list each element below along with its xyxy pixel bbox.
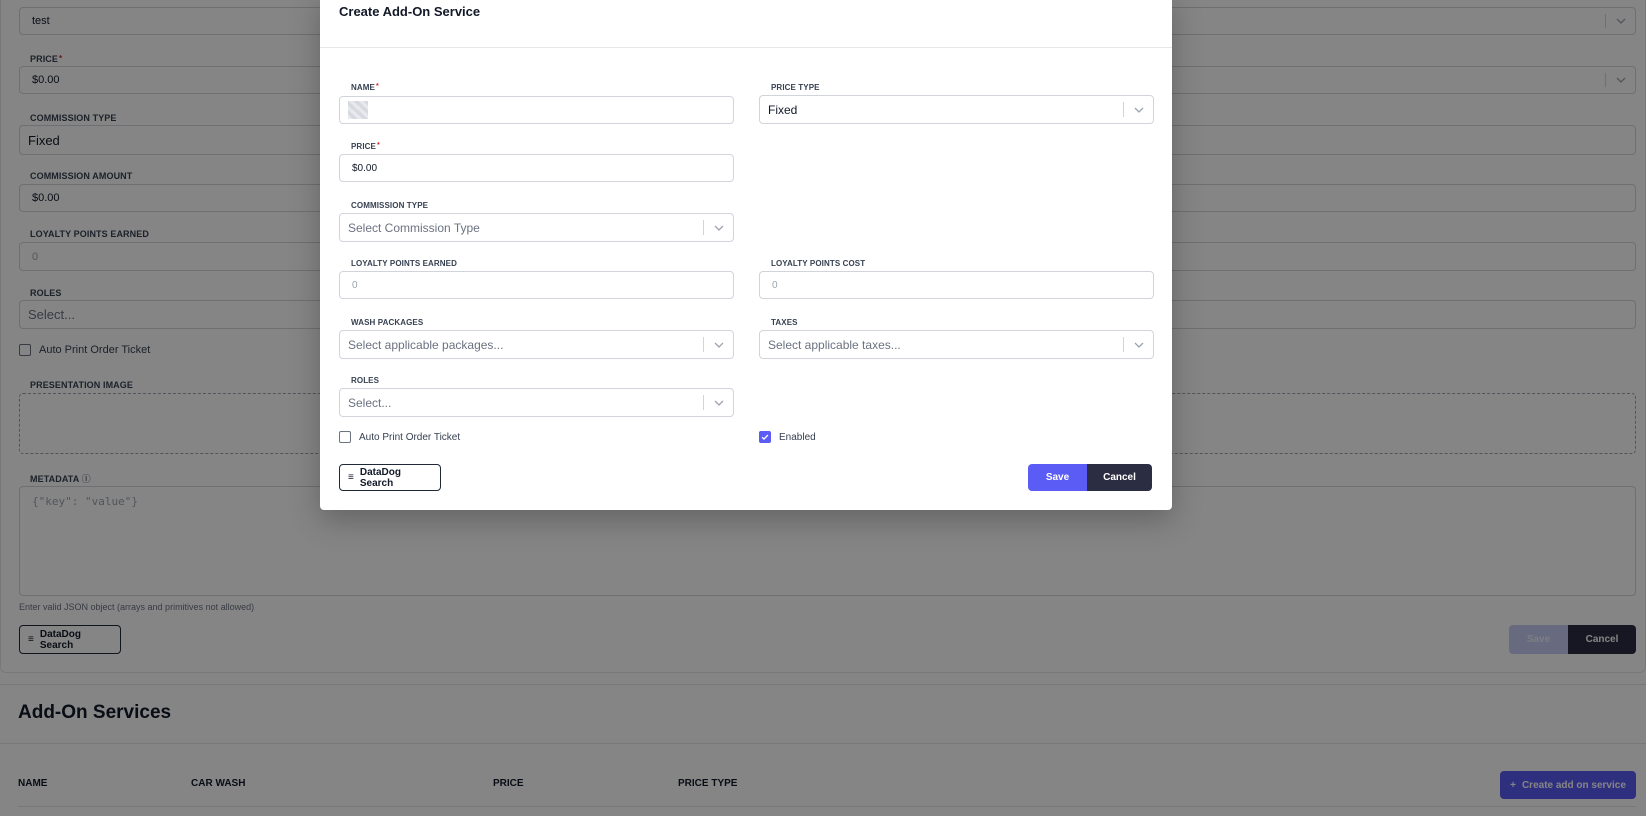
datadog-search-label: DataDog Search	[359, 466, 401, 489]
chevron-down-icon	[1123, 102, 1153, 117]
price-label: PRICE*	[351, 142, 380, 151]
cancel-button[interactable]: Cancel	[1087, 464, 1152, 491]
create-add-on-service-modal: Create Add-On Service NAME* PRICE TYPE F…	[320, 0, 1172, 510]
blurred-value	[348, 101, 368, 119]
wash-packages-label: WASH PACKAGES	[351, 318, 424, 327]
enabled-label: Enabled	[779, 431, 816, 443]
save-button[interactable]: Save	[1028, 464, 1087, 491]
loyalty-points-earned-label: LOYALTY POINTS EARNED	[351, 259, 457, 268]
commission-type-label: COMMISSION TYPE	[351, 201, 429, 210]
wash-packages-placeholder: Select applicable packages...	[348, 337, 504, 352]
price-type-select[interactable]: Fixed	[759, 95, 1154, 124]
loyalty-points-cost-input[interactable]: 0	[759, 271, 1154, 299]
enabled-checkbox[interactable]: Enabled	[759, 431, 816, 443]
chevron-down-icon	[703, 395, 733, 410]
commission-type-placeholder: Select Commission Type	[348, 220, 480, 235]
auto-print-checkbox[interactable]: Auto Print Order Ticket	[339, 431, 460, 443]
name-label: NAME*	[351, 83, 379, 92]
wash-packages-select[interactable]: Select applicable packages...	[339, 330, 734, 359]
price-type-value: Fixed	[768, 102, 798, 117]
checkmark-icon[interactable]	[759, 431, 771, 443]
price-value: $0.00	[352, 162, 378, 174]
chevron-down-icon	[1123, 337, 1153, 352]
loyalty-points-earned-input[interactable]: 0	[339, 271, 734, 299]
auto-print-label: Auto Print Order Ticket	[359, 431, 461, 443]
roles-placeholder: Select...	[348, 395, 392, 410]
modal-title: Create Add-On Service	[339, 4, 481, 19]
loyalty-points-earned-placeholder: 0	[352, 279, 358, 291]
commission-type-select[interactable]: Select Commission Type	[339, 213, 734, 242]
loyalty-points-cost-label: LOYALTY POINTS COST	[771, 259, 866, 268]
roles-label: ROLES	[351, 376, 380, 385]
taxes-select[interactable]: Select applicable taxes...	[759, 330, 1154, 359]
price-input[interactable]: $0.00	[339, 154, 734, 182]
datadog-search-button[interactable]: ≡ DataDog Search	[339, 464, 441, 491]
price-type-label: PRICE TYPE	[771, 83, 820, 92]
roles-select[interactable]: Select...	[339, 388, 734, 417]
taxes-label: TAXES	[771, 318, 798, 327]
name-input[interactable]	[339, 96, 734, 124]
chevron-down-icon	[703, 220, 733, 235]
taxes-placeholder: Select applicable taxes...	[768, 337, 901, 352]
checkbox-box[interactable]	[339, 431, 351, 443]
chevron-down-icon	[703, 337, 733, 352]
list-icon: ≡	[348, 472, 354, 483]
modal-header-divider	[320, 47, 1172, 48]
loyalty-points-cost-placeholder: 0	[772, 279, 778, 291]
